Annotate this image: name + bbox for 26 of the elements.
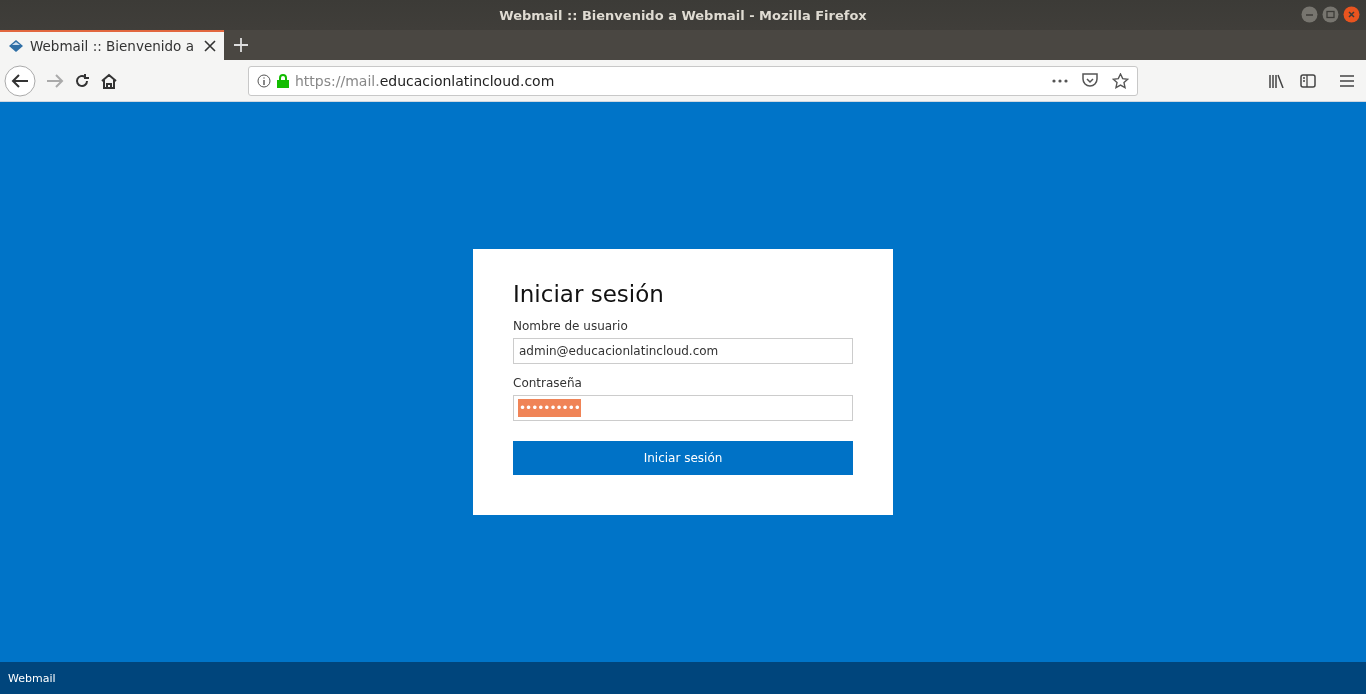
star-icon[interactable]: [1112, 72, 1129, 89]
sidebar-icon[interactable]: [1300, 73, 1316, 88]
close-button[interactable]: [1343, 6, 1360, 23]
browser-tab[interactable]: Webmail :: Bienvenido a: [0, 30, 224, 60]
info-icon[interactable]: [257, 73, 271, 88]
login-title: Iniciar sesión: [513, 281, 665, 307]
menu-icon[interactable]: [1340, 74, 1354, 87]
back-button[interactable]: [4, 64, 36, 97]
url-text: https://mail.educacionlatincloud.com: [295, 72, 556, 89]
username-field[interactable]: admin@educacionlatincloud.com: [513, 338, 853, 364]
lock-icon: [277, 73, 289, 88]
more-icon[interactable]: [1052, 78, 1068, 83]
plus-icon[interactable]: [234, 38, 248, 52]
minimize-button[interactable]: [1301, 6, 1318, 23]
maximize-button[interactable]: [1322, 6, 1339, 23]
reload-icon[interactable]: [74, 72, 90, 89]
pocket-icon[interactable]: [1082, 73, 1098, 88]
field-label: Contraseña: [513, 376, 583, 390]
footer-text: Webmail: [8, 671, 56, 685]
address-bar[interactable]: https://mail.educacionlatincloud.com: [248, 65, 1138, 96]
login-button[interactable]: Iniciar sesión: [513, 441, 853, 475]
field-label: Nombre de usuario: [513, 319, 629, 333]
window-title: Webmail :: Bienvenido a Webmail - Mozilla Firefox: [499, 7, 867, 23]
library-icon[interactable]: [1268, 73, 1284, 88]
close-icon[interactable]: [204, 40, 216, 52]
home-icon[interactable]: [100, 72, 118, 89]
